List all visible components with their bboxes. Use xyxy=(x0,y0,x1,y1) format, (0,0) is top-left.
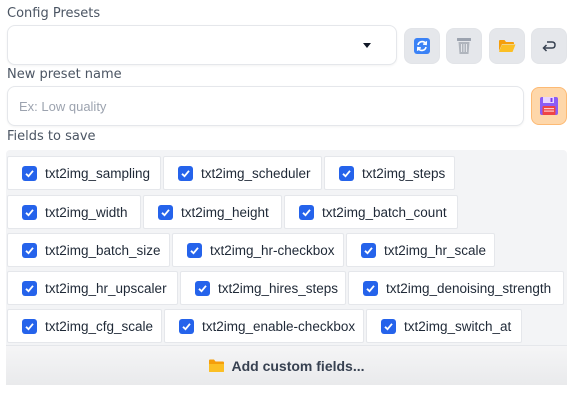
undo-button[interactable] xyxy=(531,28,567,64)
field-checkbox-txt2img-cfg-scale[interactable]: txt2img_cfg_scale xyxy=(7,309,162,343)
field-label: txt2img_denoising_strength xyxy=(386,280,552,296)
field-label: txt2img_hr-checkbox xyxy=(210,242,335,258)
checkbox-checked-icon[interactable] xyxy=(339,165,354,181)
config-presets-panel: Config Presets New preset name Ex: Low q… xyxy=(0,0,587,403)
field-checkbox-txt2img-hires-steps[interactable]: txt2img_hires_steps xyxy=(180,271,346,305)
checkbox-checked-icon[interactable] xyxy=(178,165,193,181)
floppy-disk-icon xyxy=(540,97,558,115)
save-preset-button[interactable] xyxy=(531,87,567,125)
checkbox-checked-icon[interactable] xyxy=(187,242,202,258)
refresh-presets-button[interactable] xyxy=(404,28,440,64)
field-checkbox-txt2img-width[interactable]: txt2img_width xyxy=(7,195,141,229)
folder-icon xyxy=(209,359,225,372)
field-checkbox-txt2img-hr-checkbox[interactable]: txt2img_hr-checkbox xyxy=(172,233,344,267)
field-checkbox-txt2img-switch-at[interactable]: txt2img_switch_at xyxy=(366,309,522,343)
field-checkbox-txt2img-sampling[interactable]: txt2img_sampling xyxy=(7,156,161,190)
config-presets-dropdown[interactable] xyxy=(7,25,397,65)
field-label: txt2img_switch_at xyxy=(404,318,512,334)
checkbox-checked-icon[interactable] xyxy=(195,280,210,296)
new-preset-name-label: New preset name xyxy=(7,67,122,82)
chevron-down-icon[interactable] xyxy=(363,43,371,48)
refresh-icon xyxy=(414,38,430,54)
field-label: txt2img_cfg_scale xyxy=(45,318,154,334)
field-label: txt2img_batch_count xyxy=(322,204,447,220)
field-checkbox-txt2img-batch-count[interactable]: txt2img_batch_count xyxy=(284,195,458,229)
folder-open-icon xyxy=(499,40,516,52)
checkbox-checked-icon[interactable] xyxy=(22,280,37,296)
field-checkbox-txt2img-batch-size[interactable]: txt2img_batch_size xyxy=(7,233,170,267)
field-label: txt2img_hires_steps xyxy=(218,280,339,296)
field-checkbox-txt2img-denoising-strength[interactable]: txt2img_denoising_strength xyxy=(348,271,564,305)
checkbox-checked-icon[interactable] xyxy=(299,204,314,220)
field-checkbox-txt2img-height[interactable]: txt2img_height xyxy=(143,195,282,229)
checkbox-checked-icon[interactable] xyxy=(22,242,37,258)
add-custom-fields-button[interactable]: Add custom fields... xyxy=(6,345,567,385)
config-presets-label: Config Presets xyxy=(7,6,101,21)
field-label: txt2img_scheduler xyxy=(201,165,311,181)
checkbox-checked-icon[interactable] xyxy=(22,204,37,220)
fields-to-save-label: Fields to save xyxy=(7,129,96,144)
field-label: txt2img_steps xyxy=(362,165,446,181)
checkbox-checked-icon[interactable] xyxy=(361,242,376,258)
checkbox-checked-icon[interactable] xyxy=(22,318,37,334)
field-label: txt2img_hr_scale xyxy=(384,242,487,258)
field-checkbox-txt2img-hr-upscaler[interactable]: txt2img_hr_upscaler xyxy=(7,271,178,305)
open-folder-button[interactable] xyxy=(489,28,525,64)
field-label: txt2img_enable-checkbox xyxy=(202,318,356,334)
checkbox-checked-icon[interactable] xyxy=(22,165,37,181)
delete-preset-button[interactable] xyxy=(446,28,482,64)
trash-icon xyxy=(457,38,471,54)
field-label: txt2img_height xyxy=(181,204,269,220)
add-custom-fields-label: Add custom fields... xyxy=(231,357,365,374)
field-checkbox-txt2img-hr-scale[interactable]: txt2img_hr_scale xyxy=(346,233,495,267)
field-checkbox-txt2img-enable-checkbox[interactable]: txt2img_enable-checkbox xyxy=(164,309,364,343)
checkbox-checked-icon[interactable] xyxy=(381,318,396,334)
field-label: txt2img_batch_size xyxy=(45,242,161,258)
checkbox-checked-icon[interactable] xyxy=(158,204,173,220)
field-label: txt2img_sampling xyxy=(45,165,151,181)
new-preset-name-input[interactable] xyxy=(7,86,524,126)
checkbox-checked-icon[interactable] xyxy=(363,280,378,296)
field-checkbox-txt2img-scheduler[interactable]: txt2img_scheduler xyxy=(163,156,322,190)
field-checkbox-txt2img-steps[interactable]: txt2img_steps xyxy=(324,156,455,190)
field-label: txt2img_hr_upscaler xyxy=(45,280,167,296)
undo-arrow-icon xyxy=(542,41,556,52)
field-label: txt2img_width xyxy=(45,204,128,220)
checkbox-checked-icon[interactable] xyxy=(179,318,194,334)
